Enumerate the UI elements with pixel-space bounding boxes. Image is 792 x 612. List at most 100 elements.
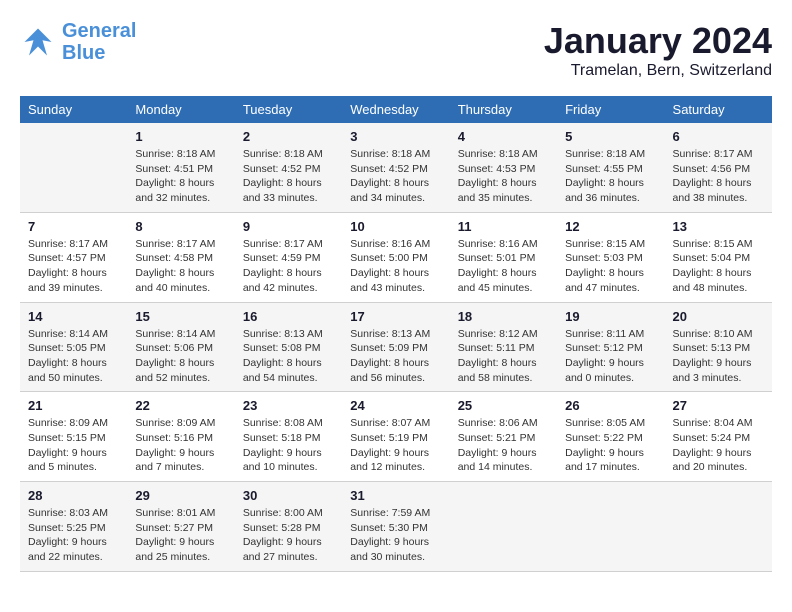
month-title: January 2024: [544, 20, 772, 62]
calendar-cell: 23 Sunrise: 8:08 AM Sunset: 5:18 PM Dayli…: [235, 392, 342, 482]
calendar-cell: 21 Sunrise: 8:09 AM Sunset: 5:15 PM Dayli…: [20, 392, 127, 482]
weekday-header-friday: Friday: [557, 96, 664, 123]
day-number: 13: [673, 219, 764, 234]
calendar-cell: 10 Sunrise: 8:16 AM Sunset: 5:00 PM Dayli…: [342, 212, 449, 302]
day-info: Sunrise: 8:18 AM Sunset: 4:55 PM Dayligh…: [565, 147, 656, 206]
day-info: Sunrise: 8:15 AM Sunset: 5:04 PM Dayligh…: [673, 237, 764, 296]
day-number: 31: [350, 488, 441, 503]
day-number: 2: [243, 129, 334, 144]
calendar-cell: 29Sunrise: 8:01 AM Sunset: 5:27 PM Dayli…: [127, 482, 234, 572]
weekday-header-saturday: Saturday: [665, 96, 772, 123]
day-info: Sunrise: 8:13 AM Sunset: 5:09 PM Dayligh…: [350, 327, 441, 386]
calendar-cell: 18Sunrise: 8:12 AM Sunset: 5:11 PM Dayli…: [450, 302, 557, 392]
day-info: Sunrise: 8:07 AM Sunset: 5:19 PM Dayligh…: [350, 416, 441, 475]
weekday-header-monday: Monday: [127, 96, 234, 123]
day-number: 10: [350, 219, 441, 234]
week-row-5: 28 Sunrise: 8:03 AM Sunset: 5:25 PM Dayli…: [20, 482, 772, 572]
day-info: Sunrise: 8:04 AM Sunset: 5:24 PM Dayligh…: [673, 416, 764, 475]
calendar-cell: 9 Sunrise: 8:17 AM Sunset: 4:59 PM Daylig…: [235, 212, 342, 302]
weekday-header-wednesday: Wednesday: [342, 96, 449, 123]
day-number: 9: [243, 219, 334, 234]
calendar-cell: 15 Sunrise: 8:14 AM Sunset: 5:06 PM Dayli…: [127, 302, 234, 392]
day-number: 3: [350, 129, 441, 144]
day-number: 1: [135, 129, 226, 144]
day-info: Sunrise: 8:09 AM Sunset: 5:15 PM Dayligh…: [28, 416, 119, 475]
day-number: 15: [135, 309, 226, 324]
day-info: Sunrise: 8:16 AM Sunset: 5:00 PM Dayligh…: [350, 237, 441, 296]
calendar-cell: 14 Sunrise: 8:14 AM Sunset: 5:05 PM Dayli…: [20, 302, 127, 392]
calendar-cell: 27Sunrise: 8:04 AM Sunset: 5:24 PM Dayli…: [665, 392, 772, 482]
day-info: Sunrise: 8:09 AM Sunset: 5:16 PM Dayligh…: [135, 416, 226, 475]
logo-icon: [20, 24, 56, 60]
week-row-1: 1Sunrise: 8:18 AM Sunset: 4:51 PM Daylig…: [20, 123, 772, 212]
day-number: 8: [135, 219, 226, 234]
day-number: 20: [673, 309, 764, 324]
day-info: Sunrise: 8:11 AM Sunset: 5:12 PM Dayligh…: [565, 327, 656, 386]
day-info: Sunrise: 8:15 AM Sunset: 5:03 PM Dayligh…: [565, 237, 656, 296]
day-number: 16: [243, 309, 334, 324]
day-info: Sunrise: 8:06 AM Sunset: 5:21 PM Dayligh…: [458, 416, 549, 475]
day-info: Sunrise: 8:08 AM Sunset: 5:18 PM Dayligh…: [243, 416, 334, 475]
day-number: 21: [28, 398, 119, 413]
day-info: Sunrise: 8:05 AM Sunset: 5:22 PM Dayligh…: [565, 416, 656, 475]
day-info: Sunrise: 8:17 AM Sunset: 4:56 PM Dayligh…: [673, 147, 764, 206]
calendar-cell: 30 Sunrise: 8:00 AM Sunset: 5:28 PM Dayli…: [235, 482, 342, 572]
weekday-header-row: SundayMondayTuesdayWednesdayThursdayFrid…: [20, 96, 772, 123]
day-number: 19: [565, 309, 656, 324]
logo-line2: Blue: [62, 42, 105, 64]
day-number: 28: [28, 488, 119, 503]
weekday-header-sunday: Sunday: [20, 96, 127, 123]
calendar-cell: 1Sunrise: 8:18 AM Sunset: 4:51 PM Daylig…: [127, 123, 234, 212]
weekday-header-thursday: Thursday: [450, 96, 557, 123]
day-info: Sunrise: 8:18 AM Sunset: 4:52 PM Dayligh…: [243, 147, 334, 206]
calendar-cell: [20, 123, 127, 212]
calendar-cell: 7 Sunrise: 8:17 AM Sunset: 4:57 PM Daylig…: [20, 212, 127, 302]
day-info: Sunrise: 7:59 AM Sunset: 5:30 PM Dayligh…: [350, 506, 441, 565]
calendar-cell: 26Sunrise: 8:05 AM Sunset: 5:22 PM Dayli…: [557, 392, 664, 482]
day-info: Sunrise: 8:16 AM Sunset: 5:01 PM Dayligh…: [458, 237, 549, 296]
day-number: 22: [135, 398, 226, 413]
day-info: Sunrise: 8:17 AM Sunset: 4:57 PM Dayligh…: [28, 237, 119, 296]
calendar-cell: 5 Sunrise: 8:18 AM Sunset: 4:55 PM Daylig…: [557, 123, 664, 212]
day-number: 17: [350, 309, 441, 324]
calendar-cell: 6Sunrise: 8:17 AM Sunset: 4:56 PM Daylig…: [665, 123, 772, 212]
calendar-cell: 25 Sunrise: 8:06 AM Sunset: 5:21 PM Dayli…: [450, 392, 557, 482]
day-number: 23: [243, 398, 334, 413]
day-number: 11: [458, 219, 549, 234]
calendar-cell: 16 Sunrise: 8:13 AM Sunset: 5:08 PM Dayli…: [235, 302, 342, 392]
page-header: General Blue January 2024 Tramelan, Bern…: [20, 20, 772, 80]
logo-text: General Blue: [62, 20, 136, 64]
day-number: 29: [135, 488, 226, 503]
logo-line1: General: [62, 20, 136, 42]
day-info: Sunrise: 8:03 AM Sunset: 5:25 PM Dayligh…: [28, 506, 119, 565]
day-number: 7: [28, 219, 119, 234]
calendar-cell: 3Sunrise: 8:18 AM Sunset: 4:52 PM Daylig…: [342, 123, 449, 212]
day-info: Sunrise: 8:14 AM Sunset: 5:06 PM Dayligh…: [135, 327, 226, 386]
calendar-cell: 4Sunrise: 8:18 AM Sunset: 4:53 PM Daylig…: [450, 123, 557, 212]
day-number: 24: [350, 398, 441, 413]
day-info: Sunrise: 8:12 AM Sunset: 5:11 PM Dayligh…: [458, 327, 549, 386]
calendar-table: SundayMondayTuesdayWednesdayThursdayFrid…: [20, 96, 772, 572]
day-info: Sunrise: 8:17 AM Sunset: 4:59 PM Dayligh…: [243, 237, 334, 296]
day-info: Sunrise: 8:10 AM Sunset: 5:13 PM Dayligh…: [673, 327, 764, 386]
week-row-3: 14 Sunrise: 8:14 AM Sunset: 5:05 PM Dayli…: [20, 302, 772, 392]
day-number: 5: [565, 129, 656, 144]
day-info: Sunrise: 8:00 AM Sunset: 5:28 PM Dayligh…: [243, 506, 334, 565]
day-number: 14: [28, 309, 119, 324]
day-number: 25: [458, 398, 549, 413]
calendar-cell: 13 Sunrise: 8:15 AM Sunset: 5:04 PM Dayli…: [665, 212, 772, 302]
day-number: 30: [243, 488, 334, 503]
calendar-cell: 2 Sunrise: 8:18 AM Sunset: 4:52 PM Daylig…: [235, 123, 342, 212]
location-subtitle: Tramelan, Bern, Switzerland: [544, 62, 772, 80]
calendar-cell: 8Sunrise: 8:17 AM Sunset: 4:58 PM Daylig…: [127, 212, 234, 302]
day-number: 12: [565, 219, 656, 234]
day-info: Sunrise: 8:14 AM Sunset: 5:05 PM Dayligh…: [28, 327, 119, 386]
calendar-cell: 17 Sunrise: 8:13 AM Sunset: 5:09 PM Dayli…: [342, 302, 449, 392]
calendar-cell: 12 Sunrise: 8:15 AM Sunset: 5:03 PM Dayli…: [557, 212, 664, 302]
week-row-2: 7 Sunrise: 8:17 AM Sunset: 4:57 PM Daylig…: [20, 212, 772, 302]
calendar-cell: 24 Sunrise: 8:07 AM Sunset: 5:19 PM Dayli…: [342, 392, 449, 482]
calendar-cell: [450, 482, 557, 572]
calendar-cell: 22 Sunrise: 8:09 AM Sunset: 5:16 PM Dayli…: [127, 392, 234, 482]
title-block: January 2024 Tramelan, Bern, Switzerland: [544, 20, 772, 80]
day-info: Sunrise: 8:13 AM Sunset: 5:08 PM Dayligh…: [243, 327, 334, 386]
